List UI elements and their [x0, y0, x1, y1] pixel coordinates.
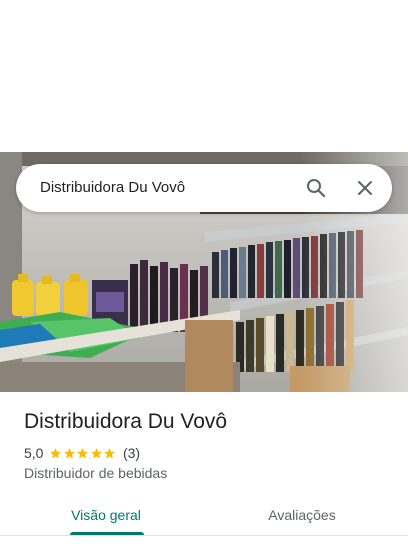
- search-bar[interactable]: Distribuidora Du Vovô: [16, 164, 392, 212]
- star-icon: [64, 447, 75, 458]
- search-input[interactable]: Distribuidora Du Vovô: [40, 179, 185, 196]
- place-tabs: Visão geral Avaliações: [0, 496, 408, 536]
- star-icon: [104, 447, 116, 458]
- star-rating: [49, 447, 117, 460]
- tab-reviews[interactable]: Avaliações: [236, 496, 368, 534]
- rating-value: 5,0: [24, 445, 44, 461]
- rating-row[interactable]: 5,0 (3): [24, 444, 140, 462]
- place-title: Distribuidora Du Vovô: [24, 410, 228, 433]
- review-count[interactable]: (3): [123, 445, 140, 461]
- close-icon[interactable]: [353, 176, 377, 200]
- star-icon: [77, 447, 89, 458]
- tabs-divider: [0, 535, 408, 536]
- star-icon: [91, 447, 102, 458]
- star-icon: [50, 447, 62, 458]
- search-icon[interactable]: [304, 176, 328, 200]
- tab-overview[interactable]: Visão geral: [40, 496, 172, 534]
- map-blank-area: [0, 0, 408, 152]
- place-category: Distribuidor de bebidas: [24, 465, 168, 481]
